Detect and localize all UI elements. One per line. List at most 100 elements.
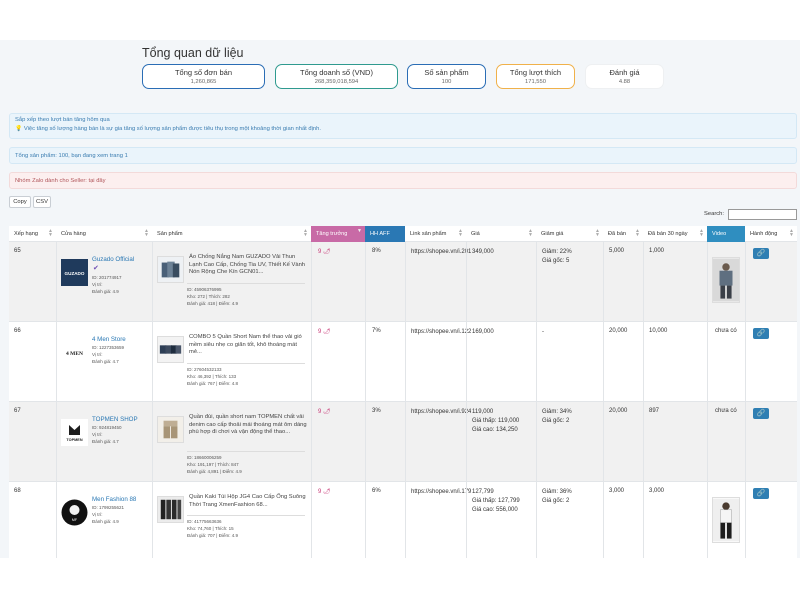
col-shop[interactable]: Cửa hàng ▲ ▼ (56, 226, 152, 242)
shop-location: Vị trí: (92, 282, 103, 287)
stat-label: Số sản phẩm (424, 68, 469, 77)
product-link[interactable]: https://shopee.vn/i.201774917.4590637699… (411, 248, 471, 256)
shop-id: ID: 1227353659 (92, 345, 125, 350)
shop-id: ID: 924819450 (92, 425, 122, 430)
growth-value: 9 🌶 (318, 329, 331, 335)
product-rating: Đánh giá: 418 | Điểm: 4.9 (187, 301, 238, 306)
link-icon: 🔗 (756, 330, 766, 337)
product-id: ID: 27604532133 (187, 367, 222, 372)
sort-notice: Sắp xếp theo lượt bán tăng hôm qua 💡 Việ… (9, 113, 797, 139)
column-divider (603, 242, 604, 558)
price-value: 127,799 Giá thấp: 127,799 Giá cao: 556,000 (472, 489, 520, 513)
product-title[interactable]: Quần đùi, quần short nam TOPMEN chất vải… (189, 414, 307, 437)
link-action-button[interactable]: 🔗 (753, 408, 769, 419)
sold-value: 20,000 (609, 408, 628, 414)
growth-value: 9 🌶 (318, 409, 331, 415)
table-row: 65 GUZADO Guzado Official ✔ ID: 20177491… (9, 242, 797, 322)
product-stock: Kho: 191,197 | Thích: 847 (187, 462, 239, 467)
product-stock: Kho: 272 | Thích: 282 (187, 294, 230, 299)
shop-rating: Đánh giá: 4.9 (92, 289, 119, 294)
link-action-button[interactable]: 🔗 (753, 488, 769, 499)
sort-icon: ▲ ▼ (699, 228, 704, 238)
discount-value: Giảm: 36% Giá gốc: 2 (542, 489, 572, 504)
product-thumbnail[interactable] (157, 496, 184, 523)
copy-button[interactable]: Copy (9, 196, 31, 208)
col-discount[interactable]: Giảm giá ▲ ▼ (536, 226, 603, 242)
shop-rating: Đánh giá: 4.9 (92, 519, 119, 524)
growth-value: 9 🌶 (318, 489, 331, 495)
growth-value: 9 🌶 (318, 249, 331, 255)
product-id: ID: 45906376995 (187, 287, 222, 292)
shop-logo-4men: 4 MEN (61, 339, 88, 366)
stat-value: 4.88 (618, 79, 631, 85)
zalo-group-notice[interactable]: Nhóm Zalo dành cho Seller: tại đây (9, 172, 797, 189)
dashboard-canvas: Tổng quan dữ liệu Tổng số đơn bán 1,260,… (0, 40, 800, 558)
shop-name-link[interactable]: 4 Men Store (92, 336, 126, 343)
link-icon: 🔗 (756, 250, 766, 257)
col-product[interactable]: Sản phẩm ▲ ▼ (152, 226, 311, 242)
shop-rating: Đánh giá: 4.7 (92, 439, 119, 444)
divider (187, 363, 305, 364)
col-price[interactable]: Giá ▲ ▼ (466, 226, 536, 242)
column-divider (405, 242, 406, 558)
sold30-value: 1,000 (649, 248, 665, 254)
rank-value: 66 (14, 328, 21, 334)
col-sold[interactable]: Đã bán ▲ ▼ (603, 226, 643, 242)
stat-value: 100 (441, 79, 452, 85)
svg-text:TOPMEN: TOPMEN (66, 438, 82, 442)
sort-icon: ▲ ▼ (144, 228, 149, 238)
sold30-value: 3,000 (649, 488, 665, 494)
search-input[interactable] (728, 209, 797, 220)
shop-name-link[interactable]: Guzado Official (92, 256, 134, 263)
link-action-button[interactable]: 🔗 (753, 328, 769, 339)
product-link[interactable]: https://shopee.vn/i.924819450.1866000625… (411, 408, 471, 416)
discount-value: Giảm: 22% Giá gốc: 5 (542, 249, 572, 264)
sort-icon: ▲ ▼ (458, 228, 463, 238)
shop-name-link[interactable]: TOPMEN SHOP (92, 416, 138, 423)
product-title[interactable]: Quần Kaki Túi Hộp JG4 Cao Cấp Ống Suông … (189, 494, 307, 509)
product-thumbnail[interactable] (157, 416, 184, 443)
col-sold-30[interactable]: Đã bán 30 ngày ▲ ▼ (643, 226, 707, 242)
search-label: Search: (704, 211, 724, 217)
link-action-button[interactable]: 🔗 (753, 248, 769, 259)
video-thumbnail[interactable] (712, 497, 740, 543)
column-divider (745, 242, 746, 558)
sold-value: 20,000 (609, 328, 628, 334)
video-status: chưa có (715, 408, 737, 414)
total-products-notice: Tổng sản phẩm: 100, bạn đang xem trang 1 (9, 147, 797, 164)
shop-name-link[interactable]: Men Fashion 88 (92, 496, 136, 503)
csv-button[interactable]: CSV (33, 196, 51, 208)
col-aff[interactable]: HH AFF (365, 226, 405, 242)
video-thumbnail[interactable] (712, 257, 740, 303)
stat-total-orders: Tổng số đơn bán 1,260,865 (142, 64, 265, 89)
product-title[interactable]: COMBO 5 Quần Short Nam thể thao vải gió … (189, 334, 307, 357)
aff-value: 6% (372, 488, 381, 494)
col-link[interactable]: Link sản phẩm ▲ ▼ (405, 226, 466, 242)
stat-total-likes: Tổng lượt thích 171,550 (496, 64, 575, 89)
sold-value: 5,000 (609, 248, 625, 254)
product-link[interactable]: https://shopee.vn/i.1227353659.276045321… (411, 328, 471, 336)
product-link[interactable]: https://shopee.vn/i.1799255621.417756636… (411, 488, 471, 496)
product-title[interactable]: Áo Chống Nắng Nam GUZADO Vải Thun Lạnh C… (189, 254, 307, 277)
sort-icon: ▲ ▼ (303, 228, 308, 238)
discount-value: Giảm: 34% Giá gốc: 2 (542, 409, 572, 424)
product-thumbnail[interactable] (157, 256, 184, 283)
col-action[interactable]: Hành động ▲ ▼ (745, 226, 797, 242)
price-value: 119,000 Giá thấp: 119,000 Giá cao: 134,250 (472, 409, 520, 433)
sold-value: 3,000 (609, 488, 625, 494)
link-icon: 🔗 (756, 410, 766, 417)
shop-rating: Đánh giá: 4.7 (92, 359, 119, 364)
product-thumbnail[interactable] (157, 336, 184, 363)
aff-value: 7% (372, 328, 381, 334)
col-rank[interactable]: Xếp hạng ▲ ▼ (9, 226, 56, 242)
verified-check-icon: ✔ (93, 265, 99, 272)
stat-rating: Đánh giá 4.88 (585, 64, 664, 89)
rank-value: 65 (14, 248, 21, 254)
top-margin (0, 0, 800, 40)
column-divider (56, 242, 57, 558)
col-video[interactable]: Video (707, 226, 745, 242)
col-growth[interactable]: Tăng trưởng ▼ (311, 226, 365, 242)
divider (187, 283, 305, 284)
stat-value: 268,359,018,594 (314, 79, 359, 85)
bottom-margin (0, 558, 800, 600)
